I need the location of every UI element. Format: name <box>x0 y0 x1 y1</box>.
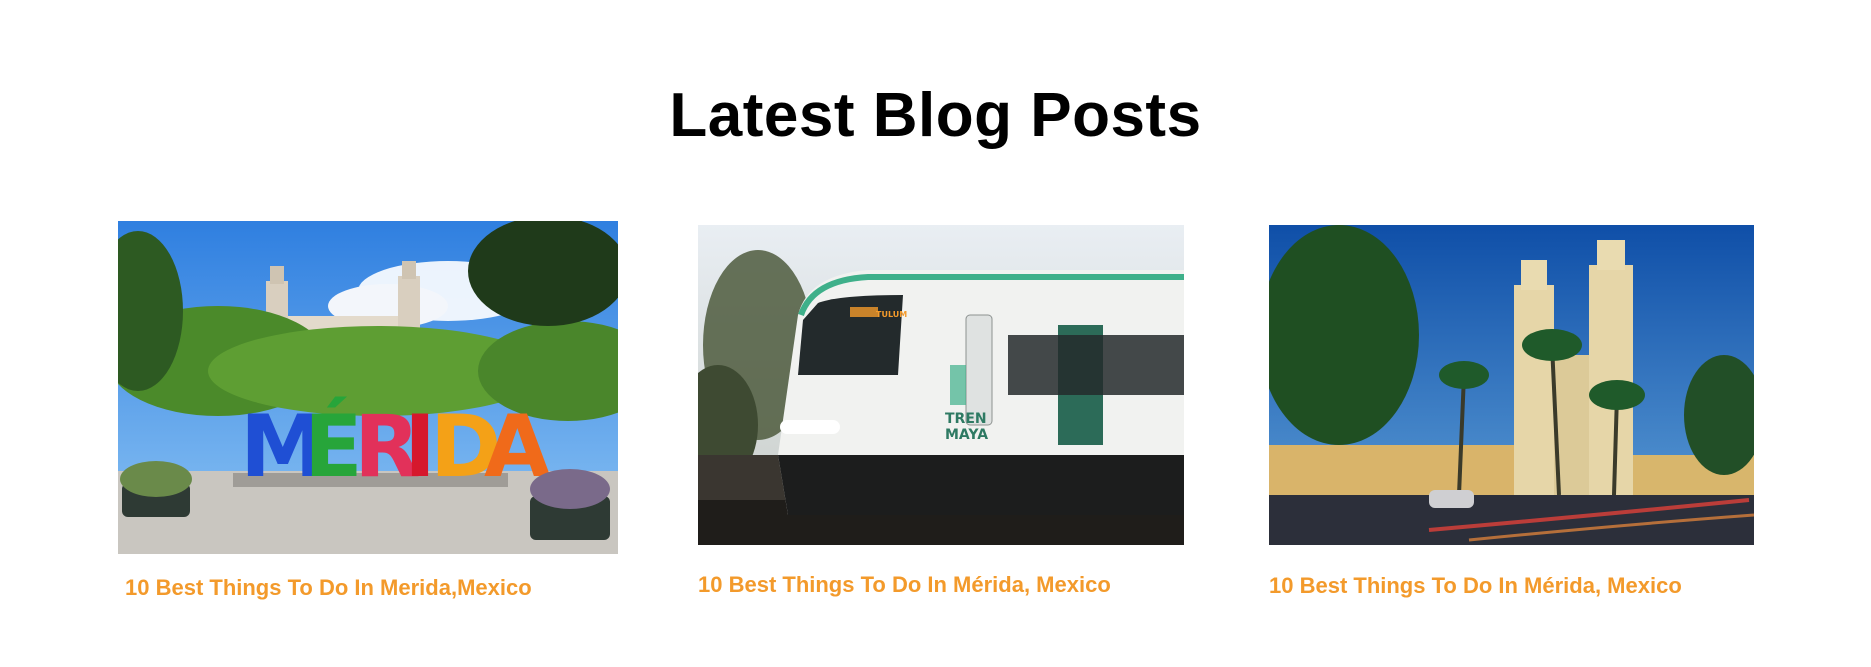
post-title-link[interactable]: 10 Best Things To Do In Mérida, Mexico <box>698 571 1111 599</box>
post-title-link[interactable]: 10 Best Things To Do In Merida,Mexico <box>125 574 532 602</box>
cathedral-night-image <box>1269 225 1754 545</box>
svg-text:TULUM: TULUM <box>876 310 907 319</box>
post-title-link[interactable]: 10 Best Things To Do In Mérida, Mexico <box>1269 572 1682 600</box>
post-thumbnail-merida-sign[interactable]: M É R I D A <box>118 221 618 554</box>
blog-section: Latest Blog Posts M É R I D A 10 Best Th… <box>0 0 1871 667</box>
post-thumbnail-tren-maya[interactable]: TREN MAYA TULUM <box>698 225 1184 545</box>
merida-letters-sign-image: M É R I D A <box>118 221 618 554</box>
svg-text:MAYA: MAYA <box>945 427 988 443</box>
tren-maya-train-image: TREN MAYA TULUM <box>698 225 1184 545</box>
post-thumbnail-cathedral[interactable] <box>1269 225 1754 545</box>
section-title: Latest Blog Posts <box>669 81 1202 150</box>
svg-text:TREN: TREN <box>945 411 987 427</box>
